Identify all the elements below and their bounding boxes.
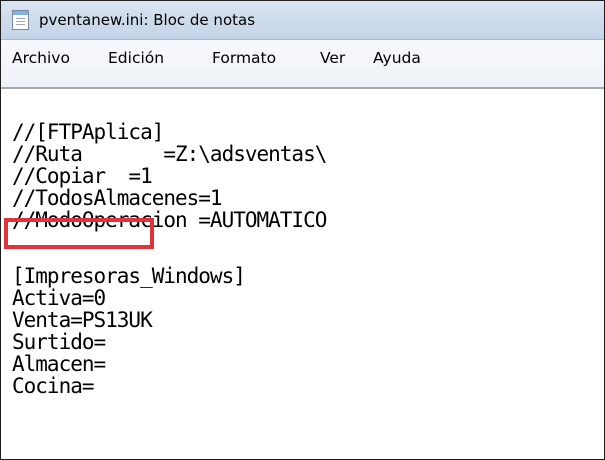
title-bar[interactable]: pventanew.ini: Bloc de notas xyxy=(1,1,604,40)
text-editor[interactable]: //[FTPAplica] //Ruta =Z:\adsventas\ //Co… xyxy=(1,89,604,459)
menu-archivo[interactable]: Archivo xyxy=(12,40,70,76)
menu-ayuda[interactable]: Ayuda xyxy=(373,40,421,76)
editor-line: Cocina= xyxy=(12,374,95,398)
editor-line: Almacen= xyxy=(12,352,106,376)
editor-line: //Copiar =1 xyxy=(12,164,153,188)
editor-line: //ModoOperacion =AUTOMATICO xyxy=(12,208,327,232)
menu-bar: Archivo Edición Formato Ver Ayuda xyxy=(1,40,604,89)
editor-line: Surtido= xyxy=(12,330,106,354)
editor-line: //[FTPAplica] xyxy=(12,120,164,144)
editor-line: //Ruta =Z:\adsventas\ xyxy=(12,142,327,166)
menu-edicion[interactable]: Edición xyxy=(108,40,164,76)
notepad-window: pventanew.ini: Bloc de notas Archivo Edi… xyxy=(0,0,605,460)
editor-line: Activa=0 xyxy=(12,286,106,310)
menu-ver[interactable]: Ver xyxy=(320,40,345,76)
editor-line: [Impresoras_Windows] xyxy=(12,264,246,288)
editor-line: Venta=PS13UK xyxy=(12,308,153,332)
menu-formato[interactable]: Formato xyxy=(212,40,276,76)
notepad-icon[interactable] xyxy=(12,10,29,30)
editor-line: //TodosAlmacenes=1 xyxy=(12,186,223,210)
window-title: pventanew.ini: Bloc de notas xyxy=(39,11,256,29)
